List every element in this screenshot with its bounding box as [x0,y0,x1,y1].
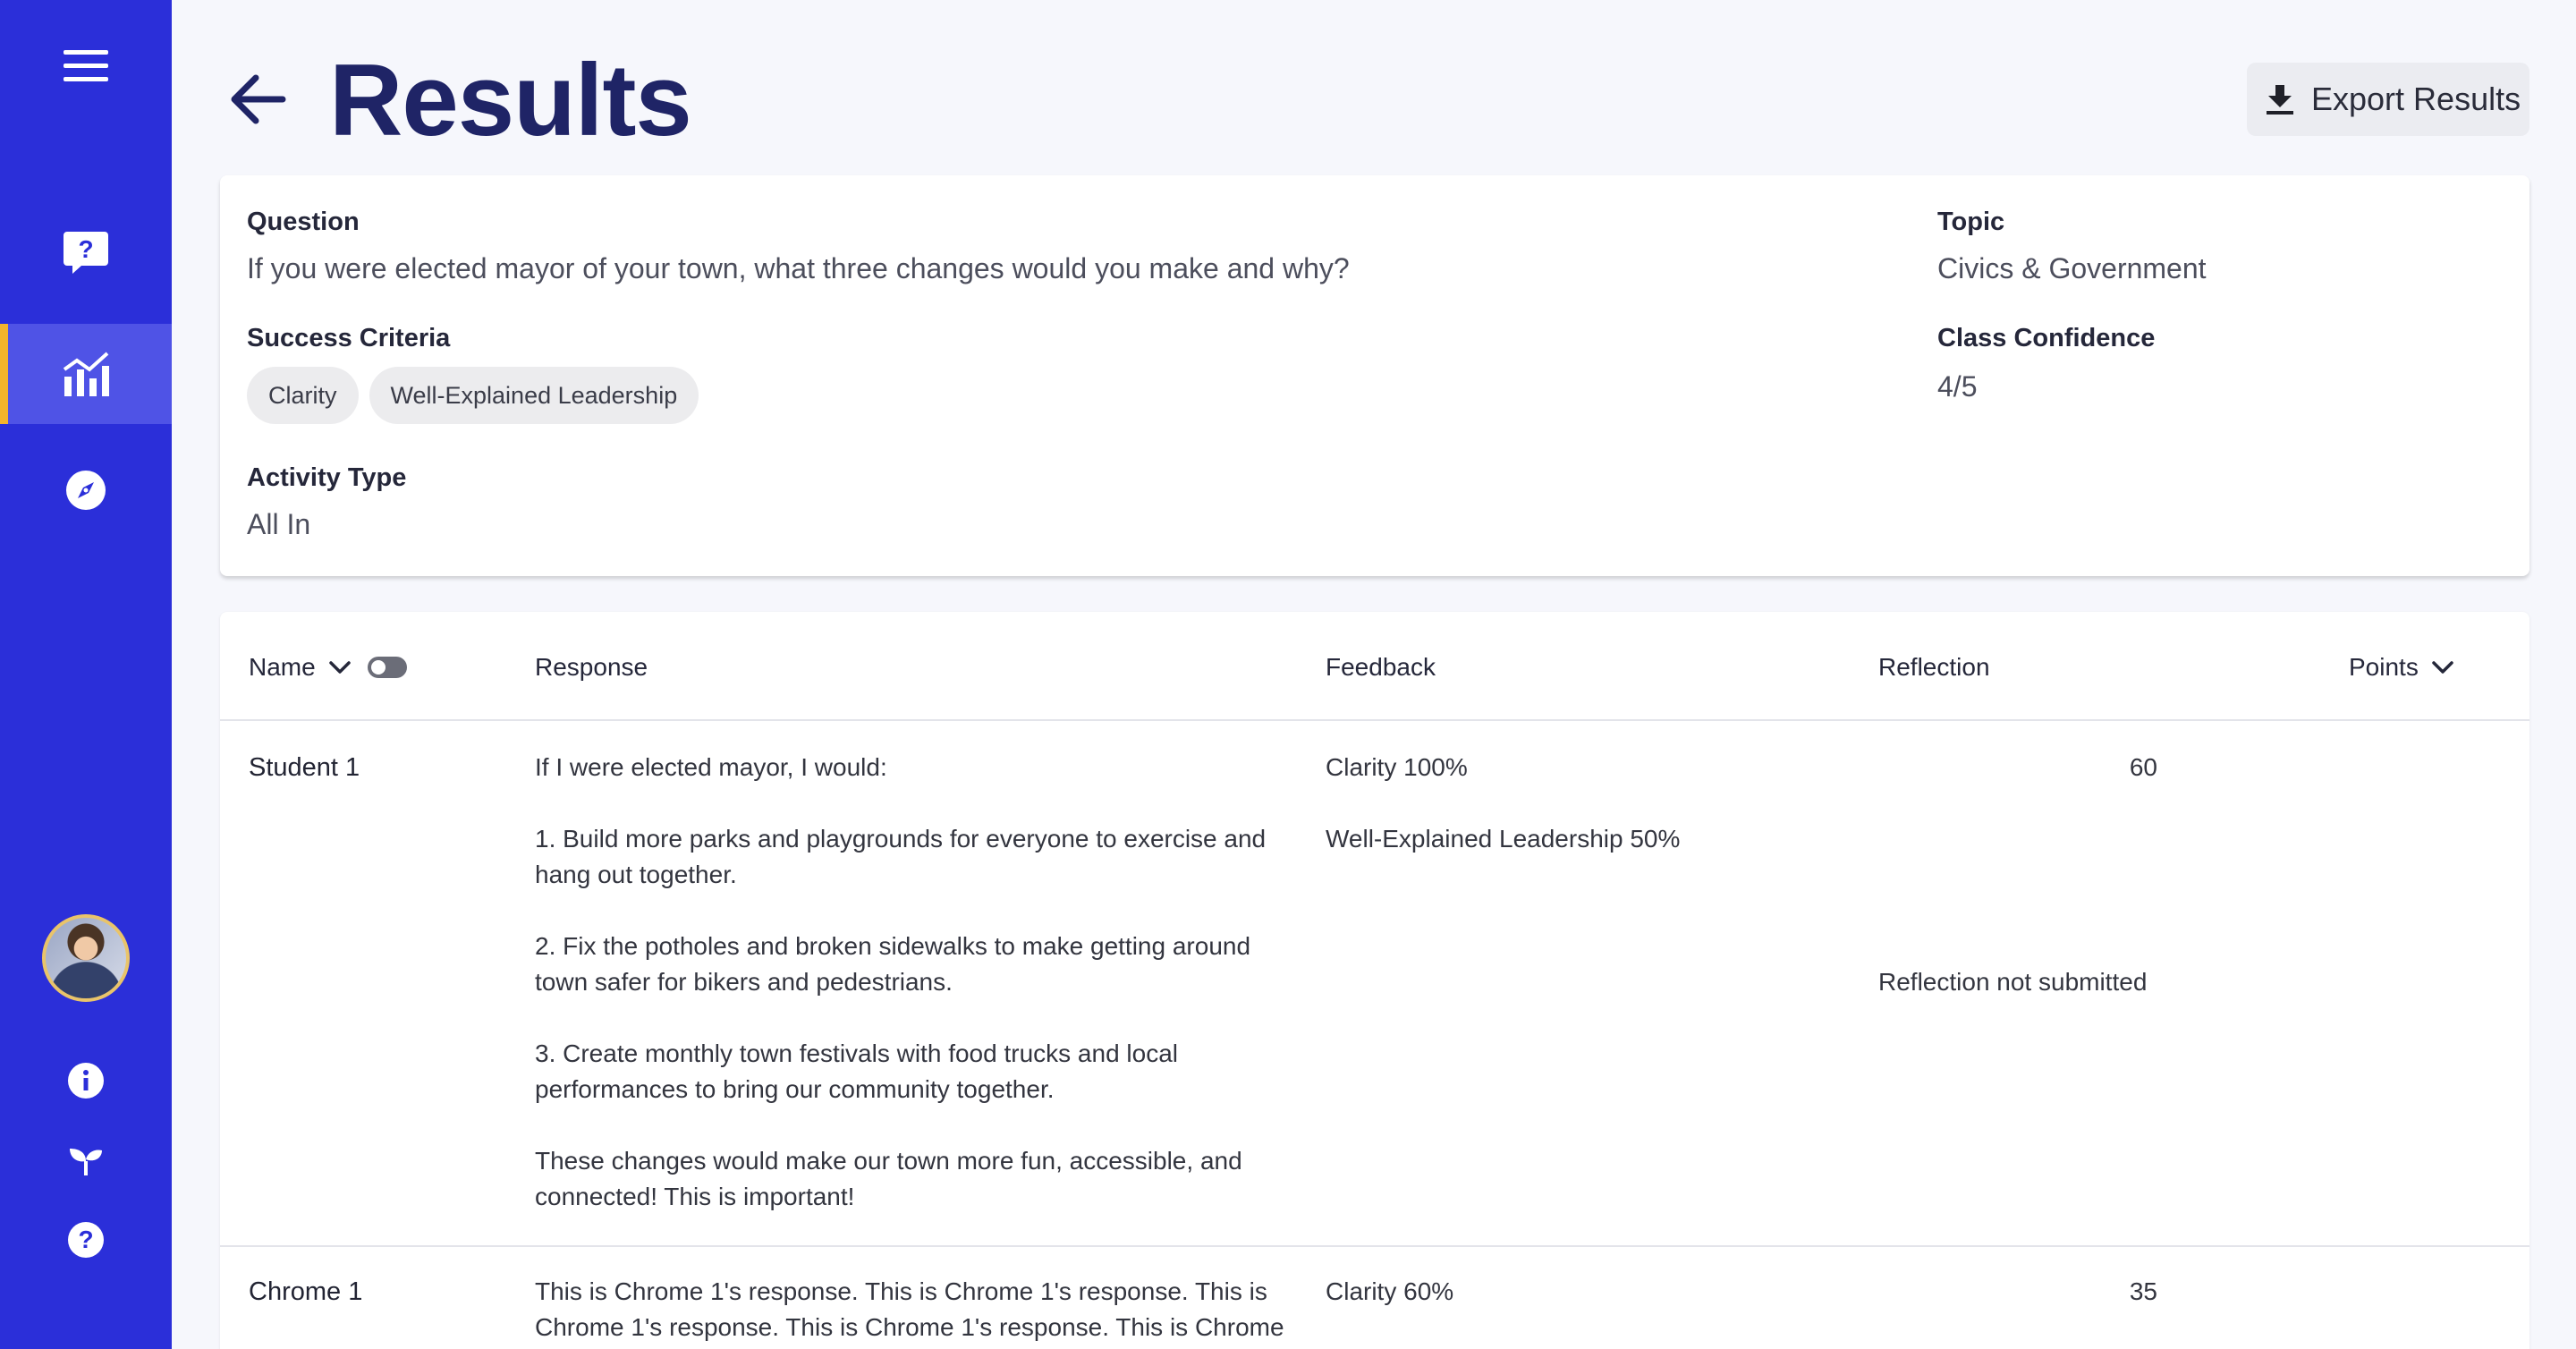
column-header-reflection: Reflection [1878,653,1990,681]
sprout-icon [70,1149,102,1175]
column-header-response: Response [535,653,648,681]
student-name: Student 1 [249,753,360,782]
arrow-left-icon [231,74,286,124]
chart-icon [63,352,109,396]
download-icon [2267,85,2293,115]
back-button[interactable] [225,63,290,136]
class-confidence-value: 4/5 [1937,370,1978,403]
column-header-points[interactable]: Points [2349,653,2454,682]
info-icon [68,1063,104,1099]
points-cell: 35 [2129,1277,2157,1305]
activity-type-value: All In [247,508,311,540]
criteria-chip: Well-Explained Leadership [369,367,699,424]
success-criteria-chips: Clarity Well-Explained Leadership [247,367,699,424]
response-cell: If I were elected mayor, I would: 1. Bui… [535,750,1286,1215]
sidebar-item-questions[interactable]: ? [0,202,172,302]
page-title: Results [329,44,692,157]
feedback-cell: Clarity 100% Well-Explained Leadership 5… [1326,750,1826,893]
question-value: If you were elected mayor of your town, … [247,252,1350,284]
hamburger-icon [64,50,108,81]
feedback-line: Well-Explained Leadership 50% [1326,825,1681,853]
feedback-line: Clarity 100% [1326,753,1468,781]
compass-icon [66,471,106,510]
chevron-down-icon[interactable] [328,660,352,674]
column-header-feedback: Feedback [1326,653,1436,681]
activity-type-label: Activity Type [247,463,407,492]
topic-label: Topic [1937,208,2005,236]
table-row[interactable]: Student 1 If I were elected mayor, I wou… [220,721,2529,1247]
sidebar: ? ? [0,0,172,1349]
sidebar-item-help[interactable]: ? [0,1190,172,1290]
sidebar-item-results[interactable] [0,324,172,424]
table-row[interactable]: Chrome 1 This is Chrome 1's response. Th… [220,1247,2529,1349]
export-results-button[interactable]: Export Results [2247,63,2529,136]
response-line: If I were elected mayor, I would: [535,753,887,781]
app-root: ? ? Results Export Results Question If y… [0,0,2576,1349]
criteria-chip: Clarity [247,367,359,424]
svg-text:?: ? [78,1226,93,1253]
column-points-label: Points [2349,653,2419,681]
menu-button[interactable] [0,16,172,116]
response-line: These changes would make our town more f… [535,1147,1242,1210]
sidebar-item-explore[interactable] [0,440,172,540]
table-header: Name Response Feedback Reflection Points [220,612,2529,721]
question-chat-icon: ? [64,232,108,274]
question-label: Question [247,208,360,236]
column-name-label: Name [249,653,316,681]
help-icon: ? [68,1222,104,1258]
results-table: Name Response Feedback Reflection Points… [220,612,2529,1349]
points-cell: 60 [2129,753,2157,781]
response-line: 1. Build more parks and playgrounds for … [535,825,1267,888]
reflection-cell: Reflection not submitted [1878,968,2148,996]
feedback-cell: Clarity 60% [1326,1274,1826,1345]
response-line: 2. Fix the potholes and broken sidewalks… [535,932,1251,996]
chevron-down-icon[interactable] [2431,660,2454,674]
svg-text:?: ? [78,235,93,263]
response-cell: This is Chrome 1's response. This is Chr… [535,1274,1286,1345]
student-name: Chrome 1 [249,1277,363,1306]
topic-value: Civics & Government [1937,252,2207,284]
column-header-name[interactable]: Name [249,653,407,682]
response-line: 3. Create monthly town festivals with fo… [535,1039,1179,1103]
feedback-line: Clarity 60% [1326,1277,1454,1305]
export-label: Export Results [2311,81,2521,117]
class-confidence-label: Class Confidence [1937,324,2156,352]
avatar[interactable] [42,914,130,1002]
response-line: This is Chrome 1's response. This is Chr… [535,1277,1284,1341]
question-info-card: Question If you were elected mayor of yo… [220,175,2529,576]
success-criteria-label: Success Criteria [247,324,451,352]
anonymize-toggle[interactable] [367,657,407,678]
